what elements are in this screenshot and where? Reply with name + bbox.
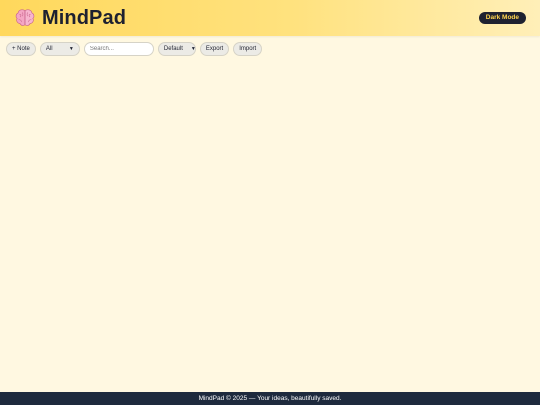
export-button[interactable]: Export	[199, 42, 230, 56]
add-note-button[interactable]: + Note	[6, 42, 36, 56]
chevron-down-icon: ▼	[190, 45, 196, 52]
sort-select[interactable]: Default ▼	[157, 42, 196, 56]
sort-select-value: Default	[163, 45, 183, 52]
app-title: MindPad	[42, 7, 127, 29]
import-button[interactable]: Import	[233, 42, 263, 56]
filter-select-value: All	[45, 45, 53, 52]
toolbar: + Note All ▼ Default ▼ Export Import	[6, 42, 263, 56]
app-footer: MindPad © 2025 — Your ideas, beautifully…	[0, 392, 540, 405]
brain-icon	[15, 9, 35, 26]
dark-mode-button[interactable]: Dark Mode	[478, 12, 526, 24]
filter-select[interactable]: All ▼	[39, 42, 80, 56]
footer-text: MindPad © 2025 — Your ideas, beautifully…	[198, 395, 342, 402]
chevron-down-icon: ▼	[68, 45, 74, 52]
app-header: MindPad Dark Mode	[0, 0, 540, 36]
search-input[interactable]	[83, 42, 154, 56]
